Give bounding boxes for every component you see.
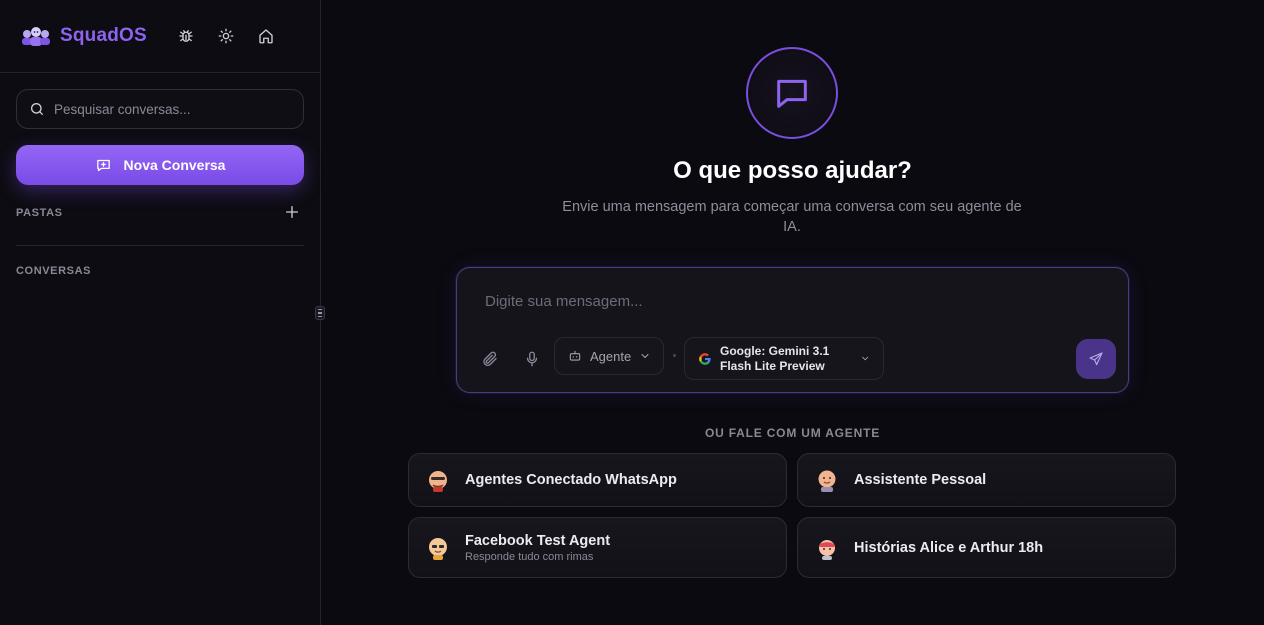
agent-text: Assistente Pessoal (854, 472, 986, 488)
model-select-label: Google: Gemini 3.1 Flash Lite Preview (720, 343, 830, 373)
header-actions (177, 27, 275, 45)
agent-avatar-icon (814, 467, 840, 493)
hero-badge (746, 47, 838, 139)
message-square-icon (777, 79, 807, 108)
app-root: SquadOS Pesquisar conversas... Nova Conv… (0, 0, 1264, 625)
new-conversation-label: Nova Conversa (123, 157, 226, 173)
agent-avatar-icon (425, 535, 451, 561)
agent-name: Histórias Alice e Arthur 18h (854, 539, 1044, 556)
agent-select-label: Agente (590, 348, 632, 364)
microphone-icon[interactable] (523, 350, 541, 368)
google-icon (699, 352, 711, 365)
agent-description: Responde tudo com rimas (465, 550, 594, 563)
folders-label: PASTAS (16, 207, 63, 219)
agent-name: Agentes Conectado WhatsApp (465, 472, 677, 488)
agent-select[interactable]: Agente (554, 337, 664, 375)
agent-text: Facebook Test Agent Responde tudo com ri… (465, 533, 610, 563)
bot-icon (569, 350, 581, 361)
agent-avatar-icon (814, 535, 840, 561)
brand-name: SquadOS (60, 25, 147, 46)
brand[interactable]: SquadOS (20, 24, 147, 48)
hero-title: O que posso ajudar? (673, 157, 912, 184)
agent-card[interactable]: Agentes Conectado WhatsApp (408, 453, 787, 507)
agent-text: Agentes Conectado WhatsApp (465, 472, 677, 488)
search-box (16, 89, 304, 129)
agents-section-label: OU FALE COM UM AGENTE (704, 426, 881, 440)
bug-icon[interactable] (177, 27, 195, 45)
agent-card[interactable]: Assistente Pessoal (797, 453, 1176, 507)
new-conversation-button[interactable]: Nova Conversa (16, 145, 304, 185)
agent-text: Histórias Alice e Arthur 18h (854, 540, 1043, 556)
search-input[interactable] (54, 101, 291, 117)
plus-icon (286, 206, 298, 218)
hero-subtitle: Envie uma mensagem para começar uma conv… (562, 199, 1022, 235)
send-button[interactable] (1076, 339, 1116, 379)
chevron-down-icon (641, 354, 649, 359)
sidebar-header: SquadOS (0, 0, 320, 73)
main-panel: O que posso ajudar? Envie uma mensagem p… (321, 0, 1264, 625)
message-composer: Agente Google: Gemini 3.1 Flash Lite Pre… (456, 267, 1129, 393)
sun-icon[interactable] (217, 27, 235, 45)
agent-name: Facebook Test Agent (465, 532, 611, 549)
search-icon (31, 103, 43, 115)
conversations-label: CONVERSAS (16, 265, 92, 277)
squad-logo-icon (22, 27, 50, 46)
agent-card[interactable]: Histórias Alice e Arthur 18h (797, 517, 1176, 578)
paperclip-icon[interactable] (481, 350, 499, 368)
separator-dot (673, 354, 676, 357)
send-icon (1089, 352, 1103, 366)
agent-card[interactable]: Facebook Test Agent Responde tudo com ri… (408, 517, 787, 578)
new-chat-icon (96, 159, 110, 171)
message-input[interactable] (485, 293, 1085, 317)
chevron-down-icon (861, 356, 868, 361)
sidebar-divider (16, 245, 304, 246)
home-icon[interactable] (257, 27, 275, 45)
agent-name: Assistente Pessoal (854, 472, 987, 488)
sidebar: SquadOS Pesquisar conversas... Nova Conv… (0, 0, 325, 625)
model-select[interactable]: Google: Gemini 3.1 Flash Lite Preview (684, 337, 884, 380)
agent-avatar-icon (425, 467, 451, 493)
add-folder-button[interactable] (284, 204, 300, 220)
